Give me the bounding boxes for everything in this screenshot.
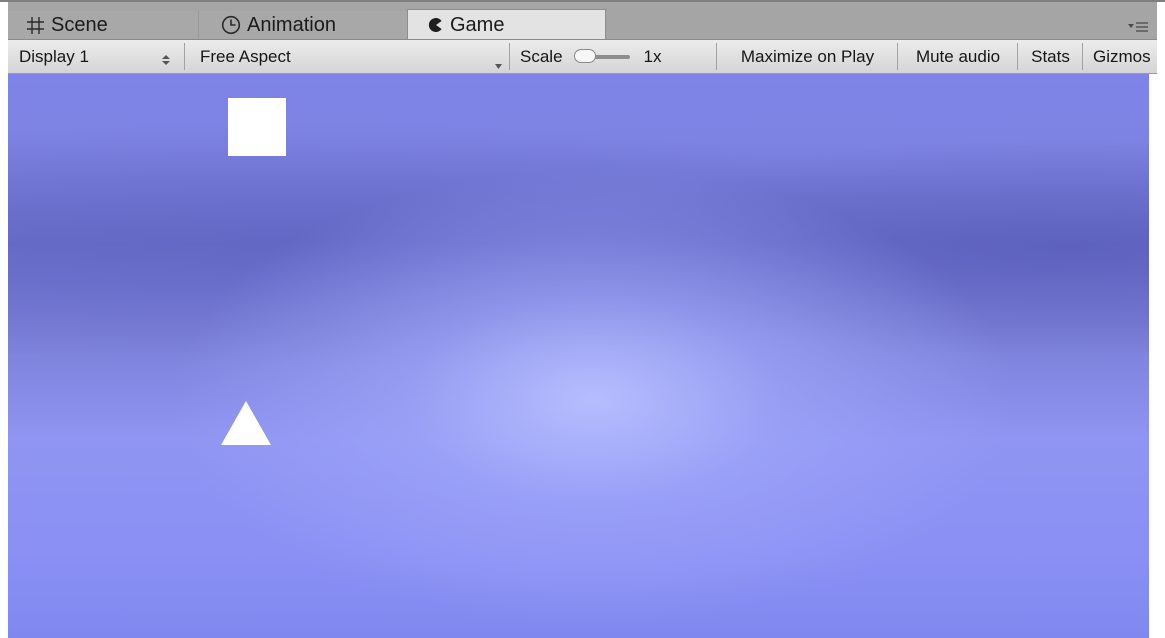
display-select-label: Display 1 — [19, 46, 89, 66]
scale-slider-thumb[interactable] — [573, 48, 596, 63]
tab-game-label: Game — [450, 13, 505, 36]
tab-scene[interactable]: Scene — [8, 11, 198, 39]
game-window: Scene Animation Game Display 1 Free Aspe… — [0, 0, 1165, 638]
grid-hash-icon — [26, 16, 45, 35]
toolbar-divider — [184, 43, 185, 70]
clock-icon — [221, 15, 241, 35]
dropdown-arrow-icon — [495, 54, 502, 69]
display-select[interactable]: Display 1 — [8, 40, 180, 73]
tab-menu-icon[interactable] — [1127, 19, 1149, 35]
pacman-icon — [428, 17, 444, 33]
up-down-arrows-icon — [162, 51, 170, 65]
game-viewport[interactable] — [8, 74, 1157, 638]
aspect-select-label: Free Aspect — [200, 46, 291, 66]
tab-game[interactable]: Game — [407, 9, 606, 39]
maximize-on-play-button[interactable]: Maximize on Play — [717, 40, 898, 73]
game-object-triangle — [221, 401, 271, 445]
tab-animation[interactable]: Animation — [198, 11, 408, 39]
scale-slider[interactable] — [573, 47, 630, 67]
scale-value: 1x — [643, 46, 662, 66]
viewport-edge — [1149, 74, 1157, 638]
scale-label: Scale — [520, 46, 563, 66]
mute-audio-button[interactable]: Mute audio — [898, 40, 1018, 73]
scale-control: Scale 1x — [510, 40, 715, 73]
tab-strip: Scene Animation Game — [8, 2, 1157, 40]
aspect-select[interactable]: Free Aspect — [188, 40, 508, 73]
tab-animation-label: Animation — [247, 13, 336, 36]
game-toolbar: Display 1 Free Aspect Scale 1x Maximize … — [8, 40, 1157, 74]
tab-scene-label: Scene — [51, 13, 108, 36]
game-object-square — [228, 98, 286, 156]
stats-button[interactable]: Stats — [1018, 40, 1083, 73]
gizmos-button[interactable]: Gizmos — [1083, 40, 1157, 73]
